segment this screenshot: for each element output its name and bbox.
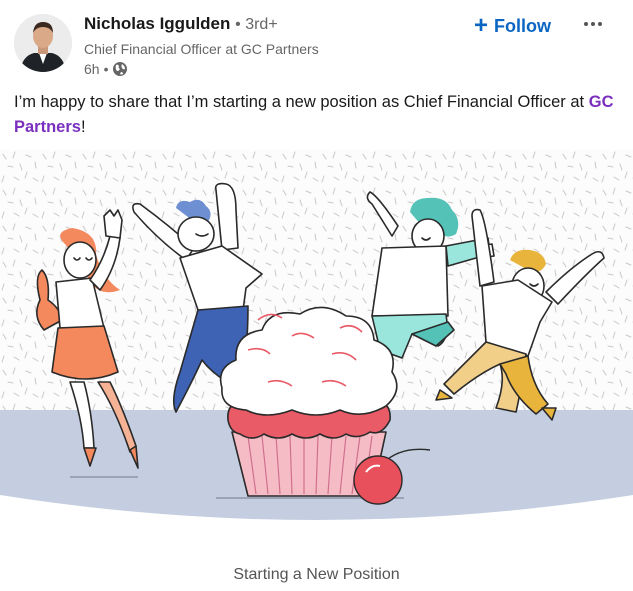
feed-post: Nicholas Iggulden • 3rd+ Chief Financial… <box>0 0 633 591</box>
meta-separator: • <box>103 61 109 77</box>
author-name[interactable]: Nicholas Iggulden • 3rd+ <box>84 14 278 34</box>
post-time: 6h <box>84 61 100 77</box>
author-name-text: Nicholas Iggulden <box>84 14 231 33</box>
avatar-photo <box>14 14 72 72</box>
follow-label: Follow <box>494 15 552 36</box>
image-caption: Starting a New Position <box>233 566 400 583</box>
plus-icon: + <box>474 12 489 39</box>
more-options-icon[interactable] <box>576 10 610 38</box>
post-text: I’m happy to share that I’m starting a n… <box>14 90 624 140</box>
author-headline: Chief Financial Officer at GC Partners <box>84 41 319 57</box>
illustration-canvas <box>0 150 633 535</box>
post-text-body: I’m happy to share that I’m starting a n… <box>14 93 589 111</box>
celebration-illustration[interactable] <box>0 150 633 535</box>
globe-icon[interactable] <box>112 61 128 77</box>
connection-degree: • 3rd+ <box>235 16 278 33</box>
author-avatar[interactable] <box>14 14 72 72</box>
post-text-end: ! <box>80 118 86 136</box>
follow-button[interactable]: + Follow <box>468 11 557 41</box>
post-meta: 6h • <box>84 61 128 77</box>
